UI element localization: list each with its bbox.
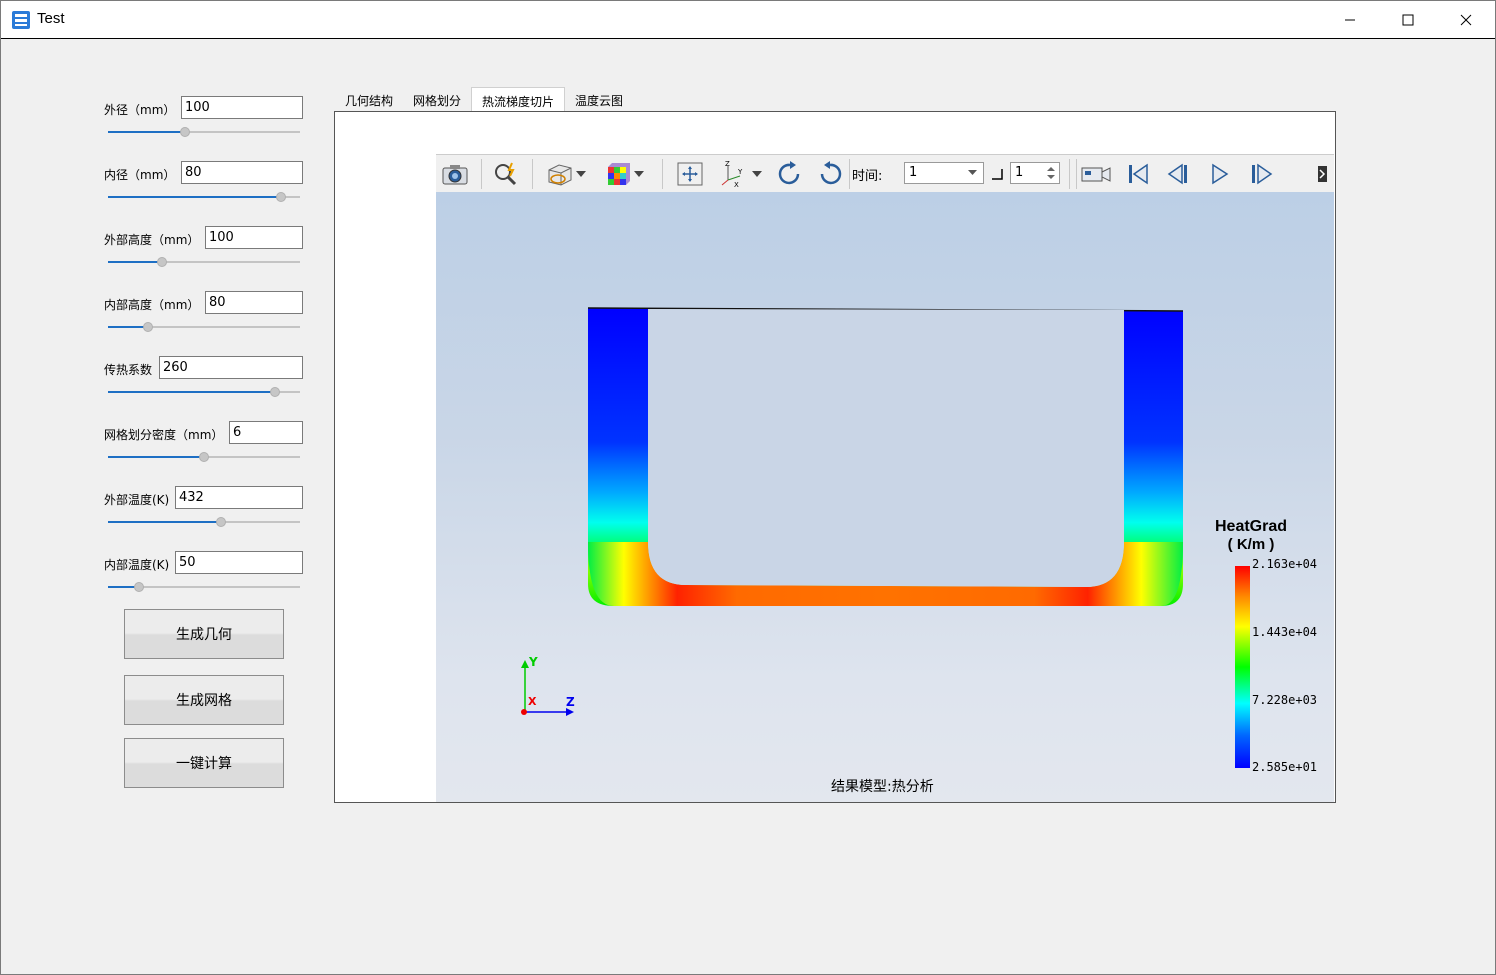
heat-gradient-model	[521, 307, 1184, 716]
generate-geometry-button[interactable]: 生成几何	[124, 609, 284, 659]
tab-bar: 几何结构 网格划分 热流梯度切片 温度云图	[335, 87, 633, 112]
outer-height-slider[interactable]	[108, 255, 300, 269]
outer-temperature-slider[interactable]	[108, 515, 300, 529]
prev-frame-icon[interactable]	[1163, 159, 1195, 189]
inner-diameter-slider[interactable]	[108, 190, 300, 204]
viewer-toolbar: ZYX 时间: 1 1	[436, 154, 1334, 192]
outer-diameter-slider[interactable]	[108, 125, 300, 139]
param-label-inner-diameter: 内径（mm）	[104, 168, 176, 182]
tab-heat-gradient-slice[interactable]: 热流梯度切片	[471, 87, 566, 112]
probe-icon[interactable]	[490, 159, 522, 189]
slider-handle[interactable]	[179, 127, 190, 137]
slider-handle[interactable]	[156, 257, 167, 267]
chevron-down-icon	[968, 170, 977, 175]
mesh-density-slider[interactable]	[108, 450, 300, 464]
tab-temperature-contour[interactable]: 温度云图	[565, 87, 633, 111]
param-label-inner-height: 内部高度（mm）	[104, 298, 200, 312]
minimize-icon	[1345, 19, 1355, 21]
legend-unit: ( K/m )	[1227, 536, 1275, 553]
slider-handle[interactable]	[133, 582, 144, 592]
param-label-outer-height: 外部高度（mm）	[104, 233, 200, 247]
chevron-down-icon[interactable]	[572, 159, 590, 189]
outer-diameter-input[interactable]	[181, 96, 303, 119]
result-caption: 结果模型:热分析	[831, 779, 934, 795]
axes-icon[interactable]: ZYX	[716, 159, 748, 189]
inner-height-input[interactable]	[205, 291, 303, 314]
generate-mesh-button[interactable]: 生成网格	[124, 675, 284, 725]
param-label-outer-temperature: 外部温度(K)	[104, 493, 170, 507]
tab-geometry[interactable]: 几何结构	[335, 87, 403, 111]
outer-height-input[interactable]	[205, 226, 303, 249]
slider-handle[interactable]	[199, 452, 209, 462]
slider-handle[interactable]	[270, 387, 281, 397]
param-label-outer-diameter: 外径（mm）	[104, 103, 176, 117]
y-axis-label: Y	[529, 655, 538, 669]
param-label-inner-temperature: 内部温度(K)	[104, 558, 170, 572]
legend-color-bar	[1235, 566, 1250, 768]
window-title: Test	[37, 10, 65, 27]
legend-tick-3: 7.228e+03	[1252, 693, 1318, 707]
heat-transfer-slider[interactable]	[108, 385, 300, 399]
outer-temperature-input[interactable]	[175, 486, 303, 509]
result-viewer: ZYX 时间: 1 1 Y X Z HeatGrad (K/m) 2.163…	[436, 154, 1334, 802]
legend-tick-min: 2.585e+01	[1252, 760, 1318, 774]
z-axis-label: Z	[566, 695, 575, 709]
step-spinbox[interactable]: 1	[1010, 162, 1060, 184]
close-icon	[1460, 14, 1472, 26]
chevron-down-icon[interactable]	[630, 159, 648, 189]
mesh-density-input[interactable]	[229, 421, 303, 444]
step-marker-icon	[992, 169, 1003, 180]
app-window: Test 外径（mm） 内径（mm） 外部高度（mm） 内部高度（m	[0, 0, 1496, 975]
maximize-icon	[1402, 14, 1414, 26]
spin-arrows-icon[interactable]	[1047, 166, 1055, 180]
title-bar: Test	[1, 1, 1495, 39]
legend-title: HeatGrad	[1214, 518, 1288, 535]
play-icon[interactable]	[1204, 159, 1236, 189]
compute-button[interactable]: 一键计算	[124, 738, 284, 788]
slider-handle[interactable]	[275, 192, 286, 202]
toolbar-overflow-icon[interactable]	[1312, 159, 1332, 189]
chevron-down-icon[interactable]	[748, 159, 766, 189]
maximize-button[interactable]	[1379, 1, 1437, 39]
time-select-value: 1	[909, 165, 918, 180]
param-label-heat-transfer: 传热系数	[104, 363, 153, 377]
inner-height-slider[interactable]	[108, 320, 300, 334]
rotate-cw-icon[interactable]	[774, 159, 806, 189]
tab-mesh[interactable]: 网格划分	[403, 87, 471, 111]
render-view[interactable]: Y X Z HeatGrad ( K/m ) 2.163e+04 1.443e+…	[436, 192, 1334, 802]
svg-text:X: X	[734, 181, 739, 188]
inner-temperature-input[interactable]	[175, 551, 303, 574]
minimize-button[interactable]	[1321, 1, 1379, 39]
time-select[interactable]: 1	[904, 162, 984, 184]
svg-text:Z: Z	[725, 160, 730, 168]
x-axis-label: X	[528, 695, 537, 708]
tab-content: ZYX 时间: 1 1 Y X Z HeatGrad (K/m) 2.163…	[334, 111, 1336, 803]
rotate-ccw-icon[interactable]	[814, 159, 846, 189]
inner-temperature-slider[interactable]	[108, 580, 300, 594]
legend-tick-max: 2.163e+04	[1252, 557, 1318, 571]
slider-handle[interactable]	[216, 517, 227, 527]
heat-transfer-input[interactable]	[159, 356, 303, 379]
app-icon	[12, 11, 30, 29]
record-icon[interactable]	[1080, 159, 1112, 189]
svg-text:Y: Y	[737, 168, 743, 176]
camera-icon[interactable]	[439, 159, 471, 189]
time-label: 时间:	[852, 169, 883, 184]
step-spinbox-value: 1	[1015, 165, 1024, 180]
slider-handle[interactable]	[143, 322, 154, 332]
legend-tick-2: 1.443e+04	[1252, 625, 1318, 639]
fit-view-icon[interactable]	[674, 159, 706, 189]
inner-diameter-input[interactable]	[181, 161, 303, 184]
close-button[interactable]	[1437, 1, 1495, 39]
next-frame-icon[interactable]	[1245, 159, 1277, 189]
first-frame-icon[interactable]	[1122, 159, 1154, 189]
param-label-mesh-density: 网格划分密度（mm）	[104, 428, 224, 442]
